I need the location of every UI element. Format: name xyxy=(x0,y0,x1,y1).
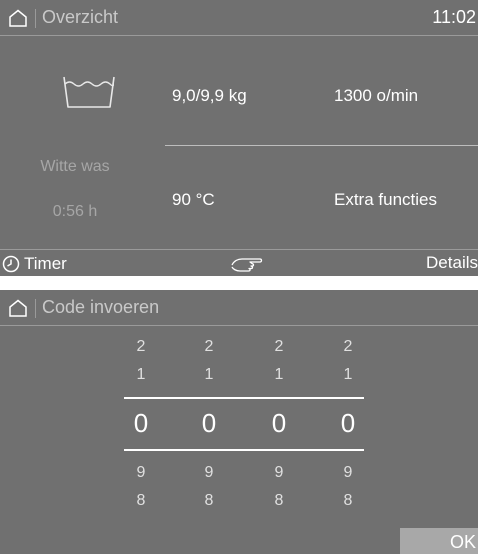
extra-functions-button[interactable]: Extra functies xyxy=(334,190,437,210)
code-header: Code invoeren xyxy=(0,290,478,326)
digit-below-2: 8 xyxy=(343,492,353,509)
header-separator xyxy=(35,9,36,28)
details-button[interactable]: Details xyxy=(426,253,478,273)
selection-line-top xyxy=(124,397,364,399)
program-name[interactable]: Witte was xyxy=(0,158,150,176)
wash-tub-icon[interactable] xyxy=(62,75,116,109)
overview-screen: Overzicht 11:02 Witte was 0:56 h 9,0/9,9… xyxy=(0,0,478,276)
clock-time: 11:02 xyxy=(432,7,476,27)
digit-below-1: 9 xyxy=(274,464,284,481)
home-icon[interactable] xyxy=(8,299,28,317)
digit-above-2: 2 xyxy=(204,338,214,355)
selection-line-bottom xyxy=(124,449,364,451)
code-entry-screen: Code invoeren 2 1 0 9 8 2 1 0 9 8 2 1 0 … xyxy=(0,290,478,554)
digit-current: 0 xyxy=(133,408,149,438)
home-icon[interactable] xyxy=(8,9,28,27)
overview-footer: Timer Details xyxy=(0,249,478,276)
divider-line xyxy=(165,145,478,146)
page-title: Code invoeren xyxy=(42,297,160,317)
digit-above-1: 1 xyxy=(274,366,284,383)
digit-below-2: 8 xyxy=(204,492,214,509)
header-separator xyxy=(35,299,36,318)
digit-above-1: 1 xyxy=(343,366,353,383)
digit-current: 0 xyxy=(340,408,356,438)
digit-above-2: 2 xyxy=(274,338,284,355)
digit-above-2: 2 xyxy=(343,338,353,355)
digit-below-1: 9 xyxy=(204,464,214,481)
overview-header: Overzicht 11:02 xyxy=(0,0,478,36)
digit-above-1: 1 xyxy=(136,366,146,383)
digit-below-2: 8 xyxy=(274,492,284,509)
timer-button[interactable]: Timer xyxy=(2,253,67,275)
pointing-hand-icon xyxy=(231,258,263,272)
digit-below-1: 9 xyxy=(343,464,353,481)
digit-above-2: 2 xyxy=(136,338,146,355)
clock-icon xyxy=(2,255,20,273)
digit-current: 0 xyxy=(271,408,287,438)
timer-label: Timer xyxy=(24,254,67,273)
load-value[interactable]: 9,0/9,9 kg xyxy=(172,86,247,106)
ok-button[interactable]: OK xyxy=(400,528,478,554)
digit-above-1: 1 xyxy=(204,366,214,383)
page-title: Overzicht xyxy=(42,7,119,27)
temperature-value[interactable]: 90 °C xyxy=(172,190,215,210)
digit-current: 0 xyxy=(201,408,217,438)
spin-speed-value[interactable]: 1300 o/min xyxy=(334,86,418,106)
digit-below-2: 8 xyxy=(136,492,146,509)
program-duration: 0:56 h xyxy=(52,203,98,220)
code-footer: OK xyxy=(0,528,478,554)
digit-below-1: 9 xyxy=(136,464,146,481)
